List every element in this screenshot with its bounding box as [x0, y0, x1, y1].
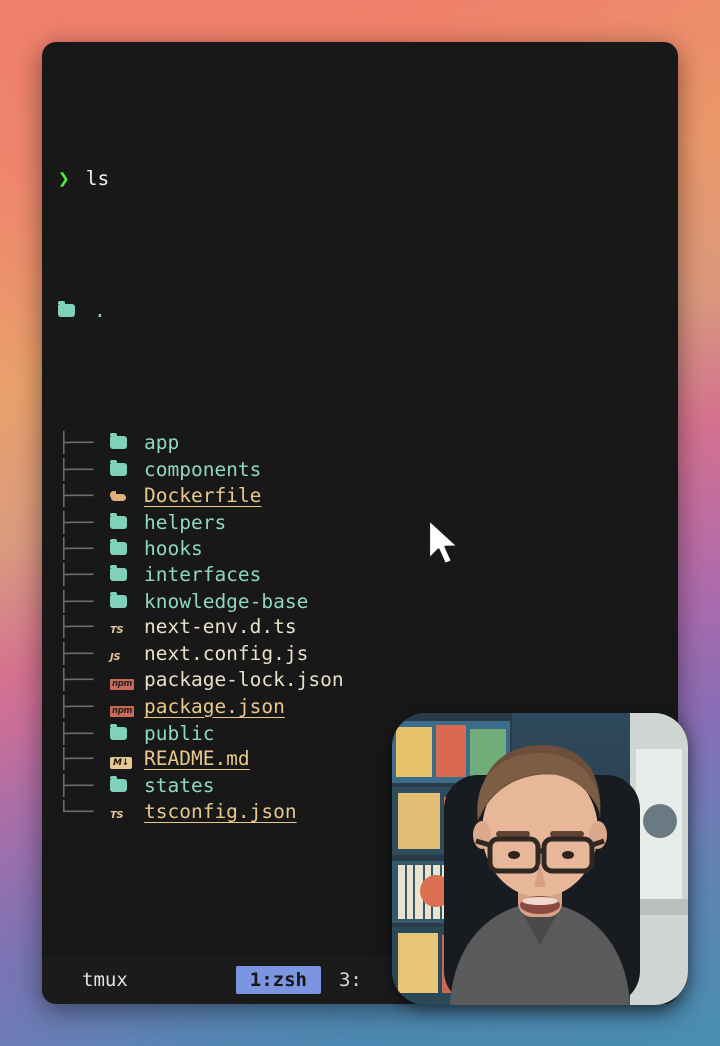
tree-connector: ├── [58, 694, 94, 718]
tree-entry-name: states [144, 774, 215, 798]
tree-entry-name: next.config.js [144, 641, 309, 665]
folder-icon [110, 456, 136, 482]
javascript-icon: JS [110, 651, 121, 663]
tree-row: ├── interfaces [58, 562, 662, 588]
tree-entry-name: components [144, 457, 262, 481]
tree-row: ├── npm package-lock.json [58, 667, 662, 693]
tree-row: ├── app [58, 430, 662, 456]
tree-entry-name: knowledge-base [144, 589, 309, 613]
tree-connector: ├── [58, 747, 94, 771]
folder-icon [58, 298, 84, 324]
folder-icon [110, 509, 136, 535]
webcam-video [392, 713, 688, 1005]
tree-connector: ├── [58, 774, 94, 798]
tree-row: ├── knowledge-base [58, 588, 662, 614]
tmux-session-label: tmux [82, 969, 128, 991]
mouse-cursor [427, 518, 460, 566]
command-line: ❯ ls [58, 166, 662, 192]
tree-connector: └── [58, 800, 94, 824]
folder-icon [110, 588, 136, 614]
folder-icon [110, 773, 136, 799]
npm-icon: npm [110, 679, 135, 691]
tree-connector: ├── [58, 483, 94, 507]
tmux-window-idle[interactable]: 3: [339, 969, 362, 991]
tree-connector: ├── [58, 536, 94, 560]
tree-entry-name: hooks [144, 536, 203, 560]
tree-entry-name: package.json [144, 694, 285, 718]
tree-entry-name: public [144, 721, 215, 745]
tmux-window-active[interactable]: 1:zsh [235, 966, 321, 994]
tree-row: ├── TS next-env.d.ts [58, 614, 662, 640]
tree-connector: ├── [58, 589, 94, 613]
prompt-symbol: ❯ [58, 166, 70, 190]
tree-connector: ├── [58, 641, 94, 665]
folder-icon [110, 430, 136, 456]
tree-root-row: . [58, 298, 662, 324]
tree-entry-name: Dockerfile [144, 483, 262, 507]
entered-command: ls [85, 166, 110, 190]
typescript-icon: TS [110, 810, 124, 822]
tree-entry-name: next-env.d.ts [144, 615, 297, 639]
tree-row: ├── JS next.config.js [58, 641, 662, 667]
tree-connector: ├── [58, 431, 94, 455]
tree-entry-name: interfaces [144, 563, 262, 587]
webcam-overlay[interactable] [392, 713, 688, 1005]
tree-entry-name: tsconfig.json [144, 800, 297, 824]
folder-icon [110, 535, 136, 561]
tree-entry-name: README.md [144, 747, 250, 771]
tree-root-label: . [94, 299, 106, 323]
tree-connector: ├── [58, 668, 94, 692]
tree-connector: ├── [58, 721, 94, 745]
tree-connector: ├── [58, 457, 94, 481]
folder-icon [110, 720, 136, 746]
tmux-window-list[interactable]: 1:zsh 3: [235, 966, 362, 994]
tree-connector: ├── [58, 615, 94, 639]
tree-entry-name: app [144, 431, 180, 455]
tree-row: ├── components [58, 456, 662, 482]
tree-row: ├── hooks [58, 535, 662, 561]
tree-connector: ├── [58, 510, 94, 534]
tree-entry-name: package-lock.json [144, 668, 344, 692]
folder-icon [110, 562, 136, 588]
tree-row: ├── Dockerfile [58, 482, 662, 508]
tree-entry-name: helpers [144, 510, 227, 534]
tree-connector: ├── [58, 563, 94, 587]
desktop-wallpaper: ❯ ls . ├── app ├── components ├── Dockerfile ├… [0, 0, 720, 1046]
typescript-icon: TS [110, 625, 124, 637]
tree-row: ├── helpers [58, 509, 662, 535]
docker-icon [110, 482, 136, 508]
